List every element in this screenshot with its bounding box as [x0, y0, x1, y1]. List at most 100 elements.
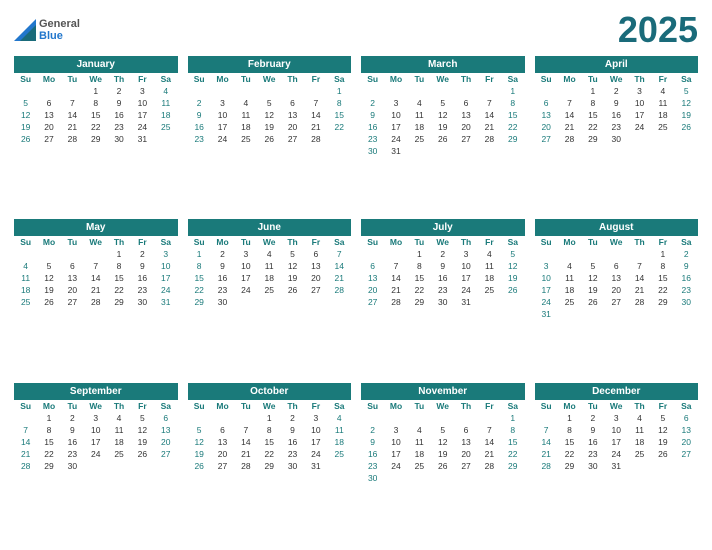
month-march: MarchSuMoTuWeThFrSa123456789101112131415…	[361, 56, 525, 211]
cal-day: 12	[501, 260, 524, 272]
month-header-march: March	[361, 56, 525, 73]
day-header: We	[605, 73, 628, 85]
cal-day: 17	[84, 436, 107, 448]
cal-day: 14	[304, 109, 327, 121]
cal-day: 29	[501, 133, 524, 145]
day-header: Tu	[61, 400, 84, 412]
day-header: Sa	[675, 236, 698, 248]
cal-day: 17	[234, 272, 257, 284]
month-header-january: January	[14, 56, 178, 73]
cal-day: 29	[558, 460, 581, 472]
cal-day	[61, 85, 84, 97]
cal-day: 1	[501, 412, 524, 424]
day-header: We	[84, 73, 107, 85]
cal-day: 18	[628, 436, 651, 448]
day-header: Su	[361, 73, 384, 85]
cal-day: 4	[234, 97, 257, 109]
cal-day: 14	[234, 436, 257, 448]
cal-day: 5	[431, 97, 454, 109]
cal-day: 23	[675, 284, 698, 296]
cal-day	[328, 296, 351, 308]
cal-day: 18	[14, 284, 37, 296]
cal-day: 2	[675, 248, 698, 260]
cal-day	[14, 412, 37, 424]
day-header: Su	[188, 236, 211, 248]
cal-day: 4	[408, 97, 431, 109]
cal-day: 15	[501, 436, 524, 448]
cal-day: 19	[651, 436, 674, 448]
cal-day	[14, 85, 37, 97]
cal-table-november: SuMoTuWeThFrSa12345678910111213141516171…	[361, 400, 525, 484]
day-header: Th	[628, 400, 651, 412]
cal-day: 1	[581, 85, 604, 97]
cal-day: 2	[361, 424, 384, 436]
cal-day: 10	[304, 424, 327, 436]
day-header: Th	[281, 73, 304, 85]
cal-day	[384, 472, 407, 484]
cal-day: 9	[131, 260, 154, 272]
cal-day: 27	[361, 296, 384, 308]
cal-day: 18	[558, 284, 581, 296]
cal-day: 6	[211, 424, 234, 436]
cal-day: 29	[651, 296, 674, 308]
cal-day: 7	[61, 97, 84, 109]
cal-day: 11	[234, 109, 257, 121]
cal-day: 21	[304, 121, 327, 133]
cal-day: 11	[651, 97, 674, 109]
cal-day	[154, 460, 177, 472]
cal-day: 28	[384, 296, 407, 308]
cal-day: 5	[131, 412, 154, 424]
cal-day: 19	[431, 121, 454, 133]
cal-day	[454, 412, 477, 424]
cal-day: 22	[408, 284, 431, 296]
cal-table-july: SuMoTuWeThFrSa12345678910111213141516171…	[361, 236, 525, 308]
cal-day: 6	[61, 260, 84, 272]
cal-day	[605, 308, 628, 320]
cal-day: 30	[131, 296, 154, 308]
cal-day	[328, 460, 351, 472]
cal-day: 20	[535, 121, 558, 133]
month-august: AugustSuMoTuWeThFrSa12345678910111213141…	[535, 219, 699, 374]
day-header: Mo	[558, 73, 581, 85]
month-january: JanuarySuMoTuWeThFrSa1234567891011121314…	[14, 56, 178, 211]
cal-day: 13	[304, 260, 327, 272]
cal-day	[605, 248, 628, 260]
cal-day: 18	[154, 109, 177, 121]
cal-day: 22	[107, 284, 130, 296]
day-header: Mo	[558, 400, 581, 412]
day-header: Th	[454, 73, 477, 85]
cal-day	[651, 308, 674, 320]
cal-day	[558, 248, 581, 260]
cal-day: 3	[131, 85, 154, 97]
day-header: Fr	[304, 400, 327, 412]
day-header: Su	[535, 236, 558, 248]
day-header: Sa	[328, 73, 351, 85]
cal-day	[304, 85, 327, 97]
cal-day: 3	[84, 412, 107, 424]
cal-table-december: SuMoTuWeThFrSa12345678910111213141516171…	[535, 400, 699, 472]
cal-day	[478, 296, 501, 308]
cal-day: 19	[501, 272, 524, 284]
cal-day: 14	[478, 109, 501, 121]
cal-day: 21	[535, 448, 558, 460]
cal-day: 15	[37, 436, 60, 448]
cal-day: 9	[107, 97, 130, 109]
cal-day: 1	[107, 248, 130, 260]
cal-day: 19	[675, 109, 698, 121]
cal-day	[61, 248, 84, 260]
cal-day: 14	[14, 436, 37, 448]
cal-day: 22	[558, 448, 581, 460]
cal-day: 5	[431, 424, 454, 436]
cal-day: 11	[628, 424, 651, 436]
cal-day: 19	[131, 436, 154, 448]
day-header: We	[605, 236, 628, 248]
cal-day: 19	[581, 284, 604, 296]
day-header: Sa	[328, 236, 351, 248]
cal-day: 1	[37, 412, 60, 424]
cal-day: 13	[454, 436, 477, 448]
calendar-page: General Blue 2025 JanuarySuMoTuWeThFrSa1…	[0, 0, 712, 550]
cal-day: 9	[361, 109, 384, 121]
cal-day: 28	[84, 296, 107, 308]
cal-day: 23	[431, 284, 454, 296]
cal-day	[454, 85, 477, 97]
